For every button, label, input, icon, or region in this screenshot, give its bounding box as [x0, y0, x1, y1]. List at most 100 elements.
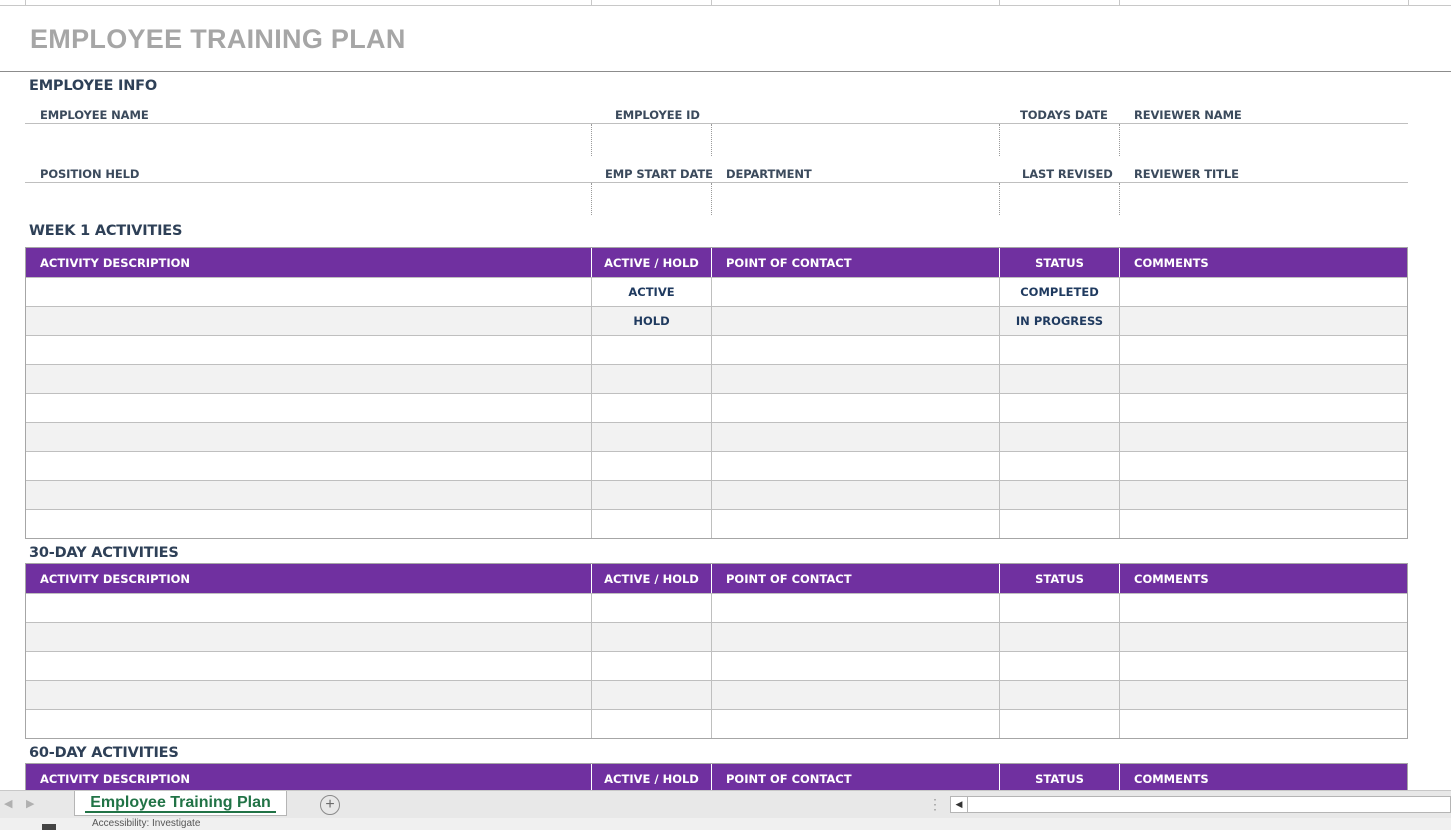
activity-description-cell[interactable] — [26, 623, 592, 651]
point-of-contact-cell[interactable] — [712, 510, 1000, 538]
activity-description-cell[interactable] — [26, 336, 592, 364]
tab-splitter-icon[interactable]: ⋮ — [928, 796, 942, 813]
active-hold-cell[interactable] — [592, 423, 712, 451]
active-hold-cell[interactable] — [592, 336, 712, 364]
activity-description-cell[interactable] — [26, 307, 592, 335]
status-cell[interactable] — [1000, 510, 1120, 538]
point-of-contact-cell[interactable] — [712, 336, 1000, 364]
worksheet[interactable]: EMPLOYEE TRAINING PLAN EMPLOYEE INFO EMP… — [0, 0, 1451, 790]
status-cell[interactable] — [1000, 394, 1120, 422]
todays-date-field[interactable] — [1000, 124, 1119, 156]
status-column-header[interactable]: STATUS — [1000, 248, 1120, 277]
comments-cell[interactable] — [1120, 365, 1407, 393]
comments-cell[interactable] — [1120, 681, 1407, 709]
active-hold-cell[interactable] — [592, 481, 712, 509]
last-revised-field[interactable] — [1000, 183, 1119, 215]
status-cell[interactable] — [1000, 710, 1120, 738]
status-cell[interactable]: COMPLETED — [1000, 278, 1120, 306]
activity-description-cell[interactable] — [26, 652, 592, 680]
reviewer-name-field[interactable] — [1120, 124, 1408, 156]
active-hold-cell[interactable] — [592, 652, 712, 680]
activity-description-cell[interactable] — [26, 423, 592, 451]
active-hold-cell[interactable] — [592, 681, 712, 709]
activity-description-cell[interactable] — [26, 278, 592, 306]
active-hold-cell[interactable] — [592, 710, 712, 738]
comments-cell[interactable] — [1120, 594, 1407, 622]
sheet-tab[interactable]: Employee Training Plan — [74, 791, 287, 816]
status-cell[interactable] — [1000, 365, 1120, 393]
active-hold-cell[interactable]: HOLD — [592, 307, 712, 335]
point-of-contact-cell[interactable] — [712, 278, 1000, 306]
status-text[interactable]: Accessibility: Investigate — [92, 818, 200, 829]
emp-start-date-field[interactable] — [592, 183, 711, 215]
comments-cell[interactable] — [1120, 481, 1407, 509]
accessibility-icon[interactable] — [42, 824, 56, 830]
status-cell[interactable] — [1000, 681, 1120, 709]
point-of-contact-column-header[interactable]: POINT OF CONTACT — [712, 248, 1000, 277]
employee-id-field[interactable] — [592, 124, 711, 156]
status-cell[interactable] — [1000, 452, 1120, 480]
prev-sheet-icon[interactable]: ◀ — [4, 797, 12, 810]
plus-circle-icon[interactable]: + — [320, 795, 340, 815]
active-hold-column-header[interactable]: ACTIVE / HOLD — [592, 764, 712, 790]
active-hold-cell[interactable] — [592, 452, 712, 480]
point-of-contact-cell[interactable] — [712, 681, 1000, 709]
point-of-contact-cell[interactable] — [712, 710, 1000, 738]
status-column-header[interactable]: STATUS — [1000, 764, 1120, 790]
point-of-contact-cell[interactable] — [712, 394, 1000, 422]
point-of-contact-column-header[interactable]: POINT OF CONTACT — [712, 564, 1000, 593]
comments-cell[interactable] — [1120, 710, 1407, 738]
point-of-contact-cell[interactable] — [712, 623, 1000, 651]
horizontal-scrollbar[interactable]: ◀ — [950, 796, 1451, 813]
activity-description-column-header[interactable]: ACTIVITY DESCRIPTION — [26, 564, 592, 593]
activity-description-cell[interactable] — [26, 510, 592, 538]
active-hold-cell[interactable] — [592, 594, 712, 622]
comments-cell[interactable] — [1120, 394, 1407, 422]
comments-column-header[interactable]: COMMENTS — [1120, 764, 1407, 790]
active-hold-cell[interactable] — [592, 394, 712, 422]
point-of-contact-column-header[interactable]: POINT OF CONTACT — [712, 764, 1000, 790]
activity-description-cell[interactable] — [26, 681, 592, 709]
point-of-contact-cell[interactable] — [712, 652, 1000, 680]
position-held-field[interactable] — [25, 183, 591, 215]
point-of-contact-cell[interactable] — [712, 423, 1000, 451]
status-cell[interactable]: IN PROGRESS — [1000, 307, 1120, 335]
status-cell[interactable] — [1000, 594, 1120, 622]
active-hold-cell[interactable]: ACTIVE — [592, 278, 712, 306]
status-cell[interactable] — [1000, 423, 1120, 451]
active-hold-cell[interactable] — [592, 623, 712, 651]
activity-description-cell[interactable] — [26, 710, 592, 738]
activity-description-cell[interactable] — [26, 452, 592, 480]
activity-description-cell[interactable] — [26, 394, 592, 422]
active-hold-column-header[interactable]: ACTIVE / HOLD — [592, 248, 712, 277]
point-of-contact-cell[interactable] — [712, 594, 1000, 622]
department-field[interactable] — [712, 183, 999, 215]
scroll-left-icon[interactable]: ◀ — [951, 797, 968, 812]
activity-description-cell[interactable] — [26, 594, 592, 622]
point-of-contact-cell[interactable] — [712, 365, 1000, 393]
status-cell[interactable] — [1000, 623, 1120, 651]
comments-cell[interactable] — [1120, 623, 1407, 651]
activity-description-column-header[interactable]: ACTIVITY DESCRIPTION — [26, 248, 592, 277]
comments-cell[interactable] — [1120, 652, 1407, 680]
status-column-header[interactable]: STATUS — [1000, 564, 1120, 593]
activity-description-column-header[interactable]: ACTIVITY DESCRIPTION — [26, 764, 592, 790]
employee-name-field[interactable] — [25, 124, 591, 156]
comments-cell[interactable] — [1120, 423, 1407, 451]
comments-cell[interactable] — [1120, 336, 1407, 364]
point-of-contact-cell[interactable] — [712, 307, 1000, 335]
status-cell[interactable] — [1000, 336, 1120, 364]
comments-column-header[interactable]: COMMENTS — [1120, 564, 1407, 593]
status-cell[interactable] — [1000, 481, 1120, 509]
next-sheet-icon[interactable]: ▶ — [26, 797, 34, 810]
comments-cell[interactable] — [1120, 452, 1407, 480]
active-hold-cell[interactable] — [592, 510, 712, 538]
active-hold-cell[interactable] — [592, 365, 712, 393]
comments-cell[interactable] — [1120, 278, 1407, 306]
point-of-contact-cell[interactable] — [712, 481, 1000, 509]
comments-cell[interactable] — [1120, 510, 1407, 538]
comments-cell[interactable] — [1120, 307, 1407, 335]
point-of-contact-cell[interactable] — [712, 452, 1000, 480]
active-hold-column-header[interactable]: ACTIVE / HOLD — [592, 564, 712, 593]
activity-description-cell[interactable] — [26, 481, 592, 509]
